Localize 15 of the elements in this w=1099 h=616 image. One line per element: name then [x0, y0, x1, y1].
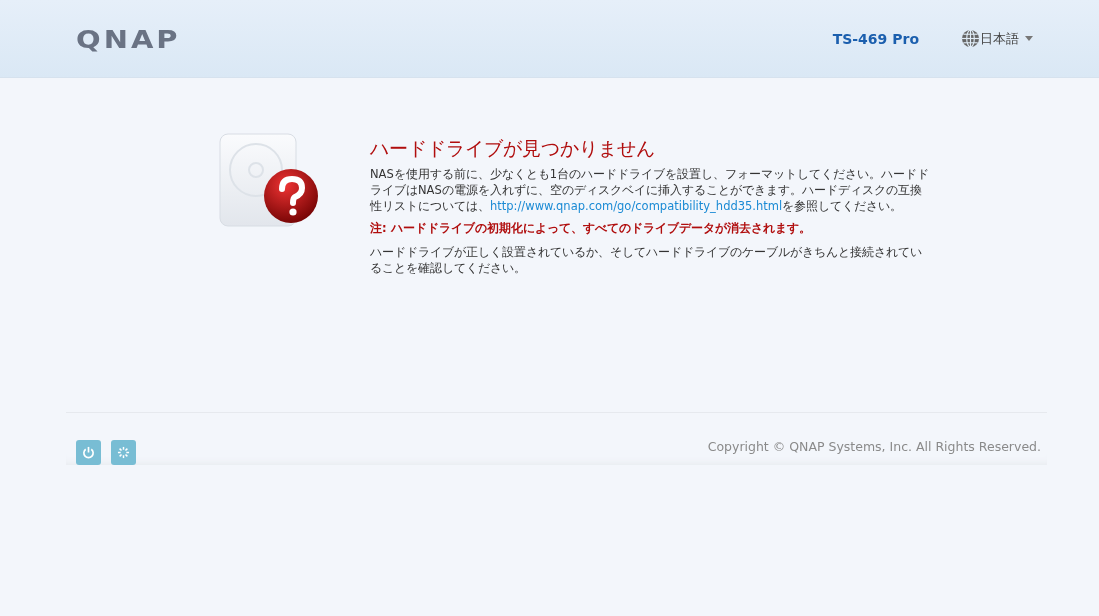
language-selector[interactable]: 日本語: [980, 29, 1033, 48]
instruction-paragraph: NASを使用する前に、少なくとも1台のハードドライブを設置し、フォーマットしてください。ハードドライブはNASの電源を入れずに、空のディスクベイに挿入することができます。ハードディスクの互換性リストについては、http://www.qnap.com/go/compatibility_hdd35.htmlを参照してください。: [370, 166, 930, 214]
power-icon: [82, 446, 95, 459]
copyright-text: Copyright © QNAP Systems, Inc. All Rights Reserved.: [707, 439, 1041, 454]
qnap-logo: QNAP: [76, 24, 181, 53]
globe-icon: [961, 29, 980, 48]
warning-note: 注: ハードドライブの初期化によって、すべてのドライブデータが消去されます。: [370, 220, 812, 236]
model-name: TS-469 Pro: [832, 30, 919, 47]
caret-icon: [1025, 36, 1033, 41]
check-paragraph: ハードドライブが正しく設置されているか、そしてハードドライブのケーブルがきちんと接続されていることを確認してください。: [370, 244, 923, 276]
restart-icon: [117, 446, 130, 459]
compatibility-link[interactable]: http://www.qnap.com/go/compatibility_hdd35.html: [490, 199, 783, 213]
restart-button[interactable]: [111, 440, 136, 465]
error-title: ハードドライブが見つかりません: [370, 140, 656, 156]
power-button[interactable]: [76, 440, 101, 465]
